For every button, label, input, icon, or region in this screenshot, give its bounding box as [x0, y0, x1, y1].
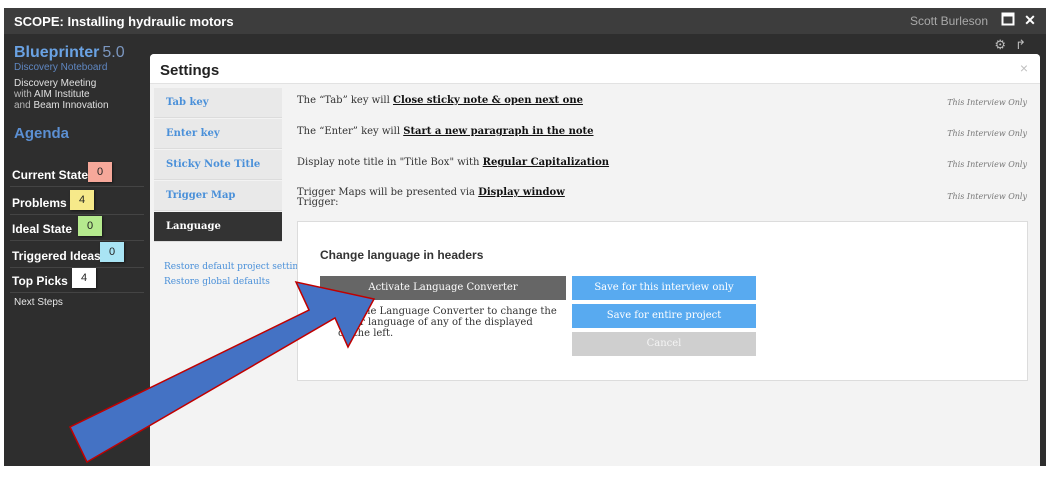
brand-subtitle: Discovery Noteboard — [14, 62, 108, 73]
close-icon[interactable]: ✕ — [1022, 12, 1038, 28]
meeting-line2: with AIM Institute — [14, 89, 90, 100]
sticky-note-count[interactable]: 0 — [78, 216, 102, 236]
cancel-button[interactable]: Cancel — [572, 332, 756, 356]
restore-project-defaults-link[interactable]: Restore default project settings — [164, 262, 309, 272]
tab-language[interactable]: Language — [154, 212, 282, 242]
scope-label: This Interview Only — [947, 160, 1027, 169]
meeting-info: Discovery Meeting with AIM Institute and… — [14, 78, 109, 111]
gear-icon[interactable]: ⚙ — [994, 37, 1006, 53]
setting-row-tab-key: The “Tab” key will Close sticky note & o… — [297, 95, 1027, 107]
setting-row-trigger-map: Trigger Maps will be presented via Displ… — [297, 188, 1027, 208]
sticky-note-count[interactable]: 4 — [72, 268, 96, 288]
setting-text: The “Enter” key will — [297, 126, 401, 137]
app-window: SCOPE: Installing hydraulic motors Scott… — [4, 8, 1046, 466]
close-icon[interactable]: × — [1020, 60, 1028, 76]
save-entire-project-button[interactable]: Save for entire project — [572, 304, 756, 328]
title-bar: SCOPE: Installing hydraulic motors Scott… — [4, 8, 1046, 34]
tab-tab-key[interactable]: Tab key — [154, 88, 282, 118]
agenda-heading: Agenda — [14, 125, 70, 142]
setting-value-link[interactable]: Start a new paragraph in the note — [403, 126, 593, 137]
sticky-note-count[interactable]: 0 — [88, 162, 112, 182]
share-icon[interactable]: ↱ — [1015, 37, 1026, 53]
scope-label: This Interview Only — [947, 192, 1027, 201]
meeting-line3: and Beam Innovation — [14, 100, 109, 111]
window-title: SCOPE: Installing hydraulic motors — [14, 14, 234, 29]
language-panel-heading: Change language in headers — [320, 248, 484, 262]
setting-text: Display note title in "Title Box" with — [297, 157, 480, 168]
setting-row-title-box: Display note title in "Title Box" with R… — [297, 157, 1027, 169]
language-panel: Change language in headers Activate Lang… — [297, 221, 1028, 381]
brand-name: Blueprinter — [14, 44, 100, 61]
settings-dialog: Settings × Tab key Enter key Sticky Note… — [150, 54, 1040, 466]
divider — [10, 240, 144, 241]
setting-text-line2: Trigger: — [297, 197, 339, 208]
dialog-header: Settings × — [150, 54, 1040, 84]
setting-value-link[interactable]: Display window — [478, 187, 565, 198]
brand-version: 5.0 — [102, 44, 125, 61]
agenda-item-problems[interactable]: Problems — [12, 196, 67, 210]
scope-label: This Interview Only — [947, 98, 1027, 107]
maximize-icon[interactable] — [1000, 12, 1016, 28]
restore-global-defaults-link[interactable]: Restore global defaults — [164, 277, 270, 287]
tab-enter-key[interactable]: Enter key — [154, 119, 282, 149]
setting-value-link[interactable]: Close sticky note & open next one — [393, 95, 583, 106]
brand-logo: Blueprinter 5.0 — [14, 44, 125, 62]
scope-label: This Interview Only — [947, 129, 1027, 138]
user-name[interactable]: Scott Burleson — [910, 14, 988, 28]
sidebar: Blueprinter 5.0 Discovery Noteboard Disco… — [4, 34, 150, 466]
next-steps-link[interactable]: Next Steps — [14, 297, 63, 308]
save-interview-only-button[interactable]: Save for this interview only — [572, 276, 756, 300]
setting-row-enter-key: The “Enter” key will Start a new paragra… — [297, 126, 1027, 138]
language-panel-description: the Language Converter to change the or … — [338, 306, 557, 339]
setting-value-link[interactable]: Regular Capitalization — [483, 157, 609, 168]
dialog-title: Settings — [160, 62, 220, 79]
divider — [10, 186, 144, 187]
sticky-note-count[interactable]: 0 — [100, 242, 124, 262]
meeting-title: Discovery Meeting — [14, 78, 97, 89]
tab-sticky-note-title-box[interactable]: Sticky Note Title Box — [154, 150, 282, 200]
sticky-note-count[interactable]: 4 — [70, 190, 94, 210]
divider — [10, 292, 144, 293]
agenda-item-top-picks[interactable]: Top Picks — [12, 274, 68, 288]
setting-text: The “Tab” key will — [297, 95, 390, 106]
divider — [10, 214, 144, 215]
agenda-item-triggered-ideas[interactable]: Triggered Ideas — [12, 249, 101, 263]
activate-language-converter-button[interactable]: Activate Language Converter — [320, 276, 566, 300]
agenda-item-current-state[interactable]: Current State — [12, 168, 88, 182]
agenda-item-ideal-state[interactable]: Ideal State — [12, 222, 72, 236]
tab-trigger-map[interactable]: Trigger Map — [154, 181, 282, 211]
